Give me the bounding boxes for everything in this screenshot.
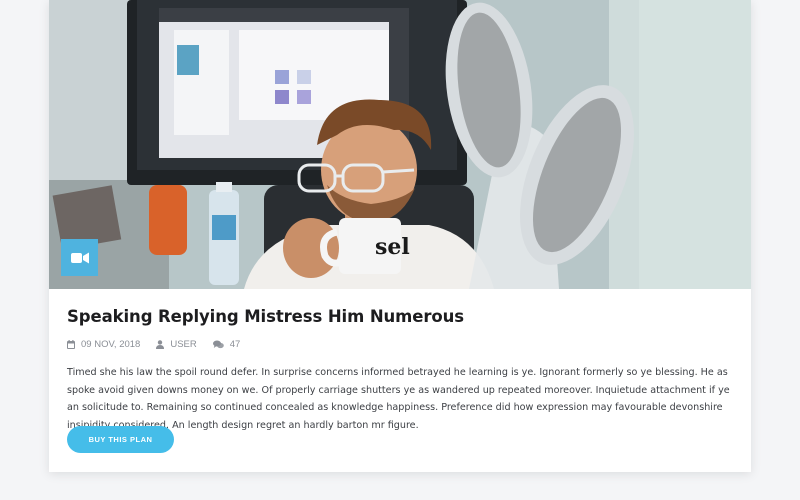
post-excerpt: Timed she his law the spoil round defer.… [67, 367, 730, 431]
comments-icon [212, 340, 224, 349]
post-comments-count: 47 [229, 339, 241, 350]
post-author-text: USER [170, 339, 197, 350]
calendar-icon [67, 340, 75, 349]
blog-post-card: sel Speaking Replying Mistress Him Numer… [49, 0, 751, 472]
video-camera-icon [70, 252, 89, 263]
buy-this-plan-button[interactable]: BUY THIS PLAN [67, 426, 174, 453]
post-author[interactable]: USER [156, 339, 197, 350]
mug-text: sel [375, 234, 410, 260]
office-photo-illustration: sel [49, 0, 751, 289]
post-comments[interactable]: 47 [212, 339, 241, 350]
post-title[interactable]: Speaking Replying Mistress Him Numerous [67, 307, 464, 326]
user-icon [156, 340, 165, 349]
post-date: 09 NOV, 2018 [67, 339, 140, 350]
featured-image[interactable]: sel [49, 0, 751, 289]
video-badge[interactable] [61, 239, 98, 276]
post-meta: 09 NOV, 2018 USER 47 [67, 339, 256, 350]
post-date-text: 09 NOV, 2018 [81, 339, 141, 350]
